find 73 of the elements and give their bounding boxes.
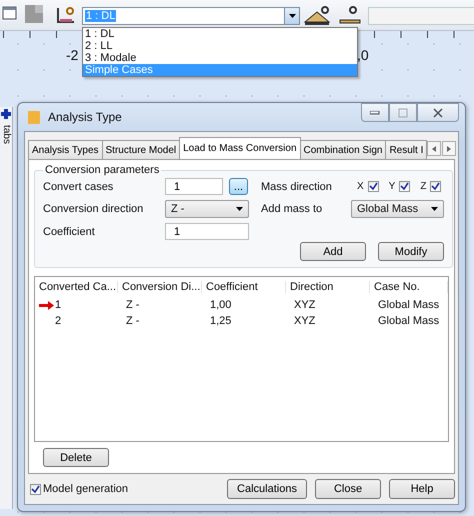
tab[interactable]: Combination Sign <box>300 140 386 159</box>
tab[interactable]: Structure Model <box>102 140 180 159</box>
checkbox-label: Model generation <box>43 483 128 495</box>
input-field[interactable]: 1 <box>165 223 249 240</box>
dropdown-arrow-icon <box>431 207 438 211</box>
column-header[interactable]: Coefficient <box>202 281 286 293</box>
table-cell: 1,00 <box>210 299 232 311</box>
table-cell: 2 <box>55 315 62 327</box>
table-row[interactable]: 1 Z - 1,00 XYZ Global Mass <box>35 297 448 313</box>
maximize-icon <box>398 108 408 118</box>
ruler-label: -2 <box>66 47 78 63</box>
table-row[interactable]: 2 Z - 1,25 XYZ Global Mass <box>35 313 448 329</box>
plus-icon[interactable] <box>1 109 11 119</box>
dropdown[interactable]: Global Mass <box>351 200 444 218</box>
column-header[interactable]: Case No. <box>370 281 448 293</box>
dialog-button[interactable]: Close <box>315 479 381 499</box>
column-header[interactable]: Converted Ca... <box>35 281 118 293</box>
side-tab[interactable]: tabs <box>0 125 12 144</box>
checkbox[interactable] <box>399 181 410 192</box>
close-icon <box>433 108 443 118</box>
action-button[interactable]: Add <box>300 242 366 261</box>
dropdown-arrow-icon <box>236 207 243 211</box>
dropdown[interactable]: Z - <box>165 200 249 218</box>
column-header[interactable]: Direction <box>286 281 370 293</box>
input-field[interactable]: 1 <box>165 178 223 195</box>
tab[interactable]: Analysis Types <box>28 140 103 159</box>
dialog-button[interactable]: Help <box>389 479 455 499</box>
axis-label: Z <box>420 181 426 192</box>
field-label: Convert cases <box>43 180 114 192</box>
dropdown-arrow-icon <box>288 14 296 18</box>
left-arrow-icon <box>432 146 436 152</box>
dialog-button[interactable]: Calculations <box>227 479 307 499</box>
right-arrow-icon <box>447 146 452 152</box>
scroll-right-button[interactable] <box>442 141 456 156</box>
checkbox[interactable] <box>368 181 379 192</box>
window-title: Analysis Type <box>48 110 122 124</box>
table-cell: XYZ <box>294 299 316 311</box>
dropdown-option[interactable]: 1 : DL <box>83 28 357 40</box>
table-cell: 1 <box>55 299 62 311</box>
grid-icon[interactable] <box>24 4 44 24</box>
browse-button[interactable]: ... <box>229 178 248 195</box>
field-label: Conversion direction <box>43 203 144 215</box>
tab[interactable]: Load to Mass Conversion <box>179 137 301 159</box>
minimize-icon <box>370 110 380 114</box>
table-cell: Global Mass <box>378 299 440 311</box>
group-title: Conversion parameters <box>44 164 160 176</box>
ruler-label: ,0 <box>357 47 369 63</box>
table-cell: Global Mass <box>378 315 440 327</box>
table-cell: Z - <box>126 299 140 311</box>
tab[interactable]: Result I <box>385 140 428 159</box>
minimize-button[interactable] <box>361 103 389 122</box>
checkbox[interactable] <box>430 181 442 192</box>
axis-label: X <box>357 181 364 192</box>
axis-label: Y <box>388 181 396 192</box>
checkbox[interactable] <box>30 484 41 494</box>
beam-help-icon[interactable] <box>303 4 333 26</box>
dropdown-option[interactable]: 3 : Modale <box>83 52 357 64</box>
field-label: Coefficient <box>43 226 96 238</box>
app-logo-icon <box>28 110 40 124</box>
field-label: Mass direction <box>261 180 333 192</box>
window-icon[interactable] <box>2 4 18 22</box>
support-help-icon[interactable] <box>55 4 77 26</box>
scroll-left-button[interactable] <box>427 141 442 156</box>
delete-button[interactable]: Delete <box>43 448 109 467</box>
combo-value: 1 : DL <box>85 10 116 22</box>
action-button[interactable]: Modify <box>378 242 444 261</box>
field-label: Add mass to <box>261 203 324 215</box>
column-header[interactable]: Conversion Di... <box>118 281 202 293</box>
dropdown-option[interactable]: 2 : LL <box>83 40 357 52</box>
table-cell: 1,25 <box>210 315 232 327</box>
table-cell: XYZ <box>294 315 316 327</box>
close-button[interactable] <box>417 103 459 122</box>
table-cell: Z - <box>126 315 140 327</box>
